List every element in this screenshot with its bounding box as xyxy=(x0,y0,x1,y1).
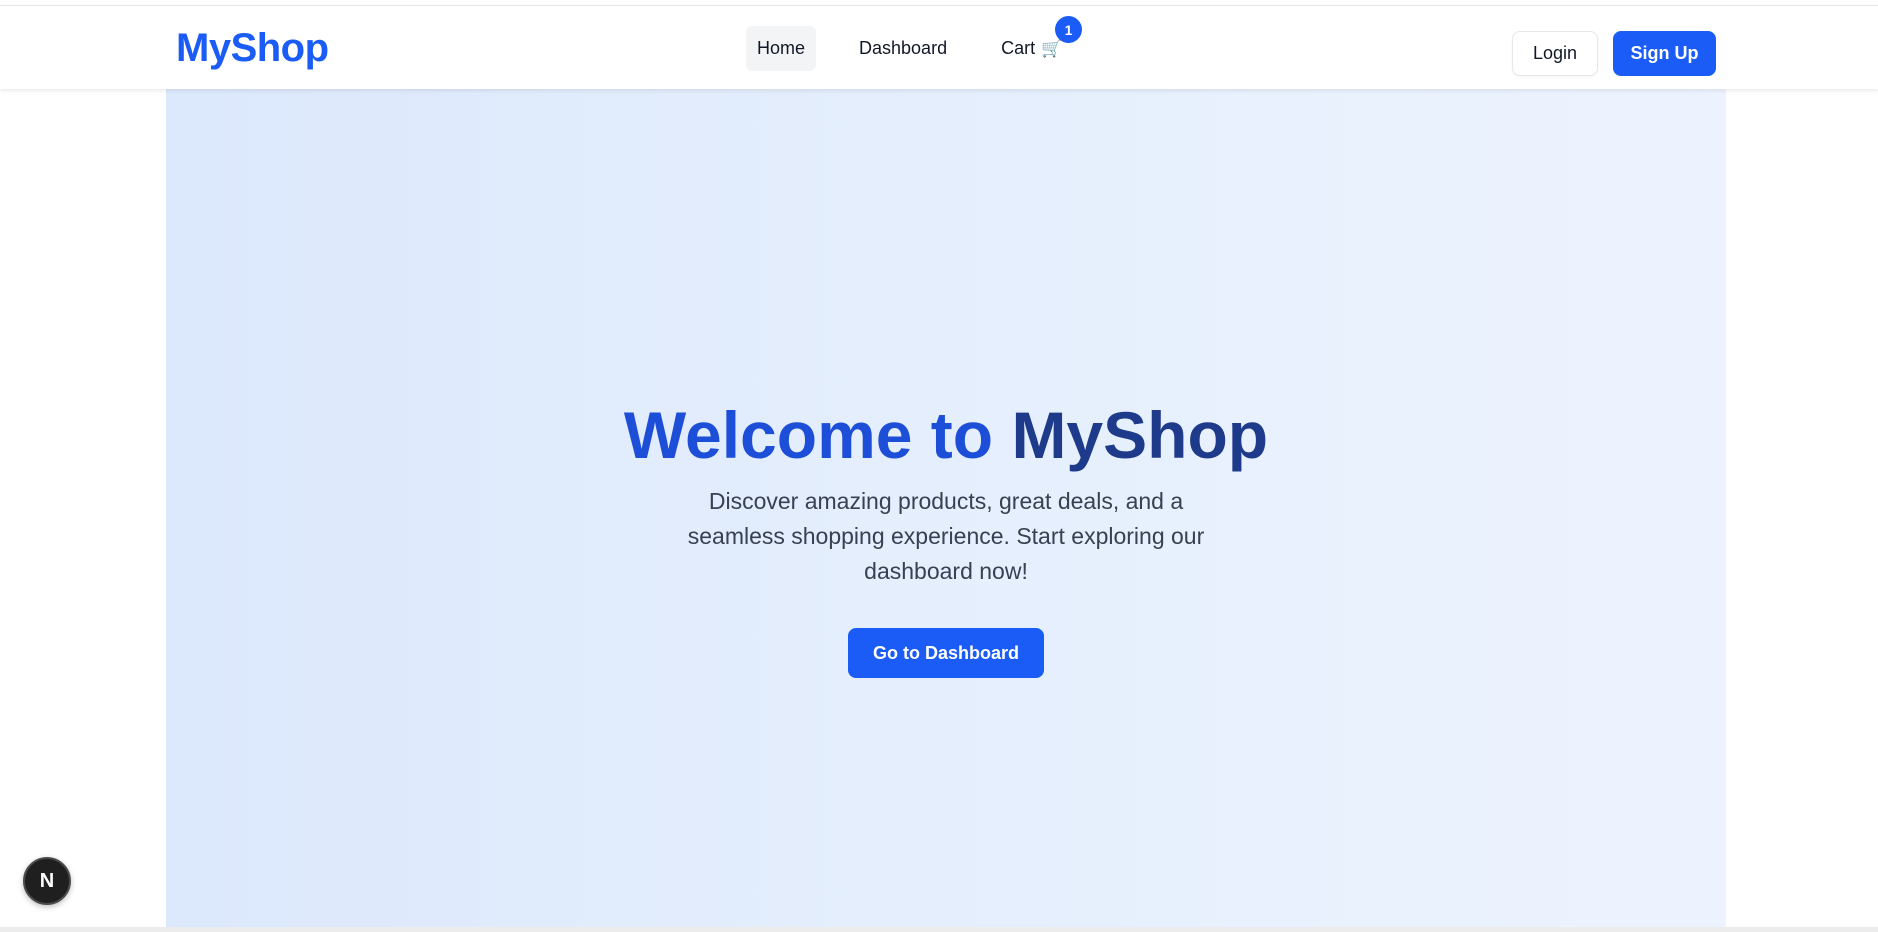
navbar: MyShop Home Dashboard Cart 🛒 1 Login Sig… xyxy=(0,5,1878,89)
nav-dashboard-label: Dashboard xyxy=(859,38,948,58)
nextjs-logo-icon: N xyxy=(39,869,55,892)
go-to-dashboard-label: Go to Dashboard xyxy=(872,642,1019,663)
nav-cart-link[interactable]: Cart 🛒 1 xyxy=(990,16,1083,71)
hero-title: Welcome to MyShop xyxy=(166,402,1726,468)
nextjs-dev-badge[interactable]: N xyxy=(23,857,71,905)
signup-button[interactable]: Sign Up xyxy=(1613,31,1716,76)
page-bottom-border xyxy=(0,927,1878,932)
nav-links: Home Dashboard Cart 🛒 1 xyxy=(746,16,1083,71)
brand-logo[interactable]: MyShop xyxy=(176,26,329,71)
nav-cart-label: Cart xyxy=(1001,38,1036,58)
nav-dashboard-link[interactable]: Dashboard xyxy=(848,26,958,71)
signup-button-label: Sign Up xyxy=(1630,43,1699,63)
login-button-label: Login xyxy=(1532,43,1578,63)
hero-section: Welcome to MyShop Discover amazing produ… xyxy=(166,89,1726,927)
cart-count-badge: 1 xyxy=(1055,16,1083,43)
go-to-dashboard-button[interactable]: Go to Dashboard xyxy=(848,628,1044,678)
hero-subtitle: Discover amazing products, great deals, … xyxy=(687,488,1205,584)
page: MyShop Home Dashboard Cart 🛒 1 Login Sig… xyxy=(0,0,1878,932)
cart-icon: 🛒 xyxy=(1041,38,1063,58)
login-button[interactable]: Login xyxy=(1512,31,1598,76)
nav-home-label: Home xyxy=(757,38,806,58)
hero-title-part1: Welcome to xyxy=(623,398,994,472)
nav-home-link[interactable]: Home xyxy=(746,26,817,71)
hero-title-part2: MyShop xyxy=(1011,398,1269,472)
